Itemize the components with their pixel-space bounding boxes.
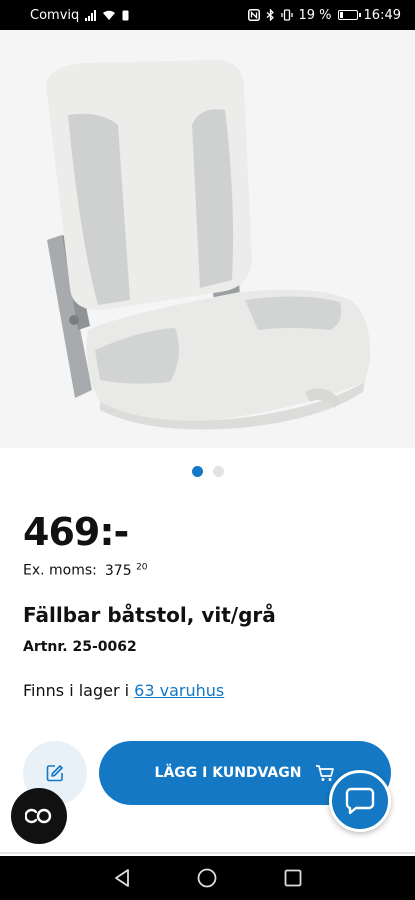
product-image-gallery[interactable]	[0, 30, 415, 448]
ex-vat-kronor: 375	[104, 562, 132, 579]
signal-icon	[85, 9, 97, 21]
co-icon	[25, 808, 52, 824]
divider	[0, 852, 415, 854]
back-icon[interactable]	[113, 868, 131, 888]
boat-seat-image	[46, 60, 371, 430]
ex-vat-ore: 20	[136, 562, 148, 572]
cart-icon	[316, 765, 335, 781]
stock-text: Finns i lager i	[23, 681, 130, 700]
stock-status: Finns i lager i 63 varuhus	[23, 681, 224, 700]
gallery-dot[interactable]	[191, 466, 203, 477]
clock: 16:49	[363, 7, 401, 23]
price-ex-vat: Ex. moms: 375 20	[23, 562, 148, 579]
battery-percent: 19 %	[298, 7, 332, 23]
product-title: Fällbar båtstol, vit/grå	[23, 603, 276, 627]
nfc-icon	[247, 9, 260, 21]
add-to-cart-label: LÄGG I KUNDVAGN	[154, 765, 302, 781]
gallery-pagination	[0, 466, 415, 477]
ex-vat-value: 375 20	[104, 562, 148, 579]
bluetooth-icon	[266, 9, 274, 21]
recents-icon[interactable]	[284, 869, 302, 887]
stock-stores-link[interactable]: 63 varuhus	[134, 681, 224, 700]
chat-icon	[345, 787, 375, 815]
vibrate-icon	[280, 9, 293, 21]
wifi-icon	[103, 10, 116, 20]
android-nav-bar	[0, 856, 415, 900]
carrier-label: Comviq	[30, 7, 80, 23]
edit-icon	[46, 765, 63, 782]
chat-button[interactable]	[329, 770, 391, 832]
ex-vat-label: Ex. moms:	[23, 562, 97, 579]
price: 469:-	[23, 510, 129, 554]
gallery-dot[interactable]	[212, 466, 224, 477]
article-number: Artnr. 25-0062	[23, 639, 137, 655]
battery-icon	[337, 10, 361, 20]
co-button[interactable]	[11, 788, 67, 844]
home-icon[interactable]	[197, 868, 217, 888]
notification-icon	[122, 10, 129, 20]
status-bar: Comviq 19 % 16:49	[0, 0, 415, 30]
